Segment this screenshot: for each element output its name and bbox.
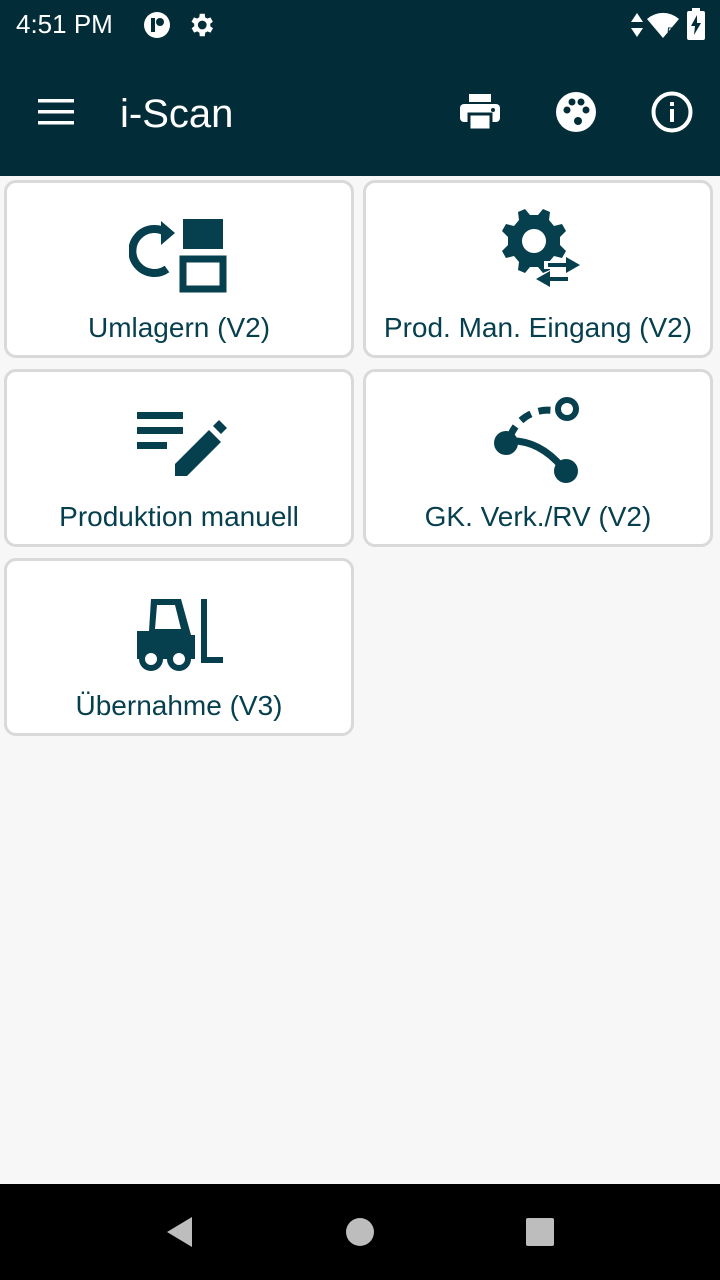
svg-text:5: 5 [667, 25, 674, 39]
info-icon[interactable] [648, 88, 696, 136]
forklift-icon [7, 581, 351, 681]
status-bar: 4:51 PM 5 [0, 0, 720, 48]
tile-label: Umlagern (V2) [87, 312, 271, 343]
tile-gk-verk-rv[interactable]: GK. Verk./RV (V2) [363, 369, 713, 547]
gear-exchange-icon [366, 203, 710, 303]
tile-label: GK. Verk./RV (V2) [424, 501, 652, 532]
tile-produktion-manuell[interactable]: Produktion manuell [4, 369, 354, 547]
tile-prod-man-eingang[interactable]: Prod. Man. Eingang (V2) [363, 180, 713, 358]
tile-umlagern[interactable]: Umlagern (V2) [4, 180, 354, 358]
recents-icon[interactable] [516, 1208, 564, 1256]
relocate-icon [7, 203, 351, 303]
app-notification-icon [142, 10, 172, 45]
menu-icon[interactable] [32, 88, 80, 136]
battery-charging-icon [686, 8, 706, 45]
settings-icon [186, 10, 216, 45]
nav-bar [0, 1184, 720, 1280]
tile-label: Produktion manuell [59, 501, 299, 532]
tile-label: Prod. Man. Eingang (V2) [383, 312, 693, 343]
wifi-icon: 5 [646, 11, 680, 44]
print-icon[interactable] [456, 88, 504, 136]
data-arrows-icon [630, 12, 644, 43]
home-icon[interactable] [336, 1208, 384, 1256]
app-bar: i-Scan [0, 48, 720, 176]
route-icon [366, 392, 710, 492]
status-time: 4:51 PM [16, 9, 113, 39]
tile-uebernahme[interactable]: Übernahme (V3) [4, 558, 354, 736]
edit-list-icon [7, 392, 351, 492]
tile-label: Übernahme (V3) [75, 690, 283, 721]
back-icon[interactable] [156, 1208, 204, 1256]
app-title: i-Scan [120, 92, 234, 136]
palette-icon[interactable] [552, 88, 600, 136]
